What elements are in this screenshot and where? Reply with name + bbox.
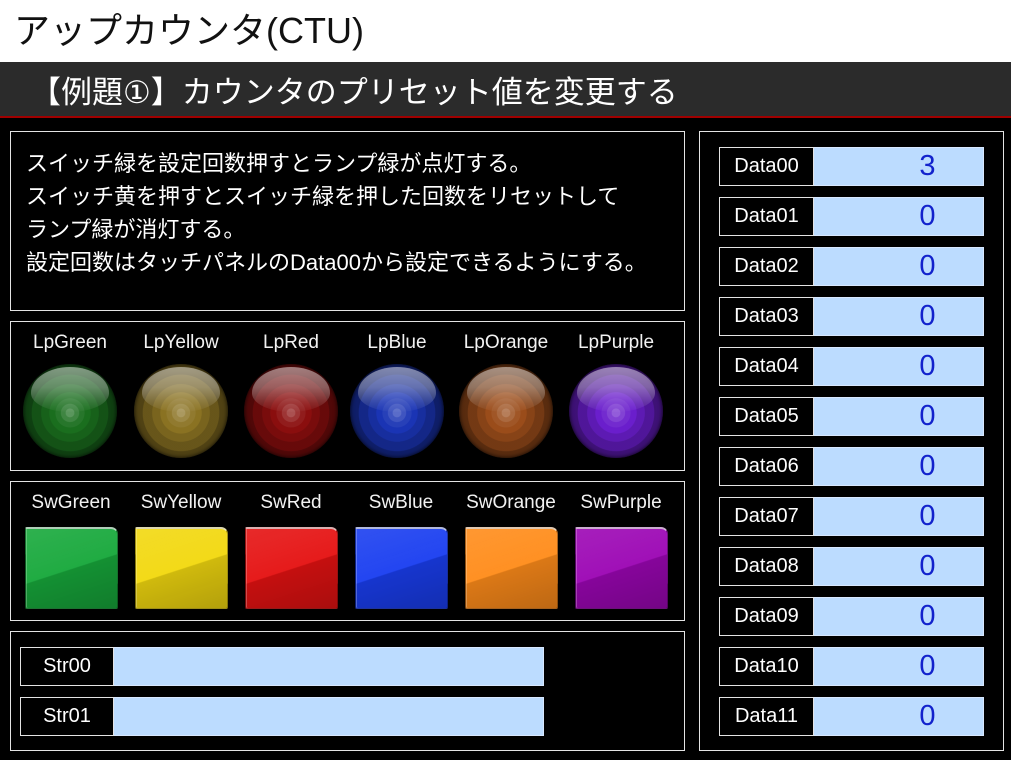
data-row-06: Data06 0 <box>719 447 984 486</box>
page-title: アップカウンタ(CTU) <box>14 10 364 51</box>
data04-label: Data04 <box>719 347 814 386</box>
switch-item-blue: SwBlue <box>346 482 456 620</box>
data05-field[interactable]: 0 <box>814 397 984 436</box>
data-row-07: Data07 0 <box>719 497 984 536</box>
switch-label-yellow: SwYellow <box>140 492 222 513</box>
data10-label: Data10 <box>719 647 814 686</box>
data03-field[interactable]: 0 <box>814 297 984 336</box>
switch-item-purple: SwPurple <box>566 482 676 620</box>
data-row-08: Data08 0 <box>719 547 984 586</box>
data02-label: Data02 <box>719 247 814 286</box>
lamp-label-purple: LpPurple <box>577 332 655 353</box>
switch-orange-button[interactable] <box>465 527 558 609</box>
data06-label: Data06 <box>719 447 814 486</box>
str-row-00: Str00 <box>20 647 544 686</box>
data-row-10: Data10 0 <box>719 647 984 686</box>
lamp-label-yellow: LpYellow <box>143 332 219 353</box>
switch-blue-button[interactable] <box>355 527 448 609</box>
lamp-yellow <box>134 364 228 458</box>
data-row-11: Data11 0 <box>719 697 984 736</box>
data00-label: Data00 <box>719 147 814 186</box>
description-line: ランプ緑が消灯する。 <box>26 217 246 242</box>
data11-field[interactable]: 0 <box>814 697 984 736</box>
data08-field[interactable]: 0 <box>814 547 984 586</box>
str00-label: Str00 <box>20 647 114 686</box>
switch-item-green: SwGreen <box>16 482 126 620</box>
switch-label-purple: SwPurple <box>580 492 662 513</box>
data-row-01: Data01 0 <box>719 197 984 236</box>
description-text: スイッチ緑を設定回数押すとランプ緑が点灯する。 スイッチ黄を押すとスイッチ緑を押… <box>26 147 647 279</box>
data07-field[interactable]: 0 <box>814 497 984 536</box>
lamp-label-red: LpRed <box>263 332 319 353</box>
str01-label: Str01 <box>20 697 114 736</box>
lamp-label-green: LpGreen <box>33 332 107 353</box>
string-panel: Str00 Str01 <box>10 631 685 751</box>
switch-green-button[interactable] <box>25 527 118 609</box>
switch-yellow-button[interactable] <box>135 527 228 609</box>
lamp-item-blue: LpBlue <box>342 322 452 470</box>
switch-red-button[interactable] <box>245 527 338 609</box>
data-row-05: Data05 0 <box>719 397 984 436</box>
switch-item-red: SwRed <box>236 482 346 620</box>
lamp-green <box>23 364 117 458</box>
data02-field[interactable]: 0 <box>814 247 984 286</box>
data01-label: Data01 <box>719 197 814 236</box>
switch-item-orange: SwOrange <box>456 482 566 620</box>
data11-label: Data11 <box>719 697 814 736</box>
data-row-02: Data02 0 <box>719 247 984 286</box>
data05-label: Data05 <box>719 397 814 436</box>
lamp-item-purple: LpPurple <box>561 322 671 470</box>
lamp-panel: LpGreen LpYellow LpRed LpBlue LpOrange L… <box>10 321 685 471</box>
title-bar: アップカウンタ(CTU) <box>0 0 1011 62</box>
description-panel: スイッチ緑を設定回数押すとランプ緑が点灯する。 スイッチ黄を押すとスイッチ緑を押… <box>10 131 685 311</box>
lamp-orange <box>459 364 553 458</box>
data01-field[interactable]: 0 <box>814 197 984 236</box>
data-row-09: Data09 0 <box>719 597 984 636</box>
lamp-item-red: LpRed <box>236 322 346 470</box>
str01-field[interactable] <box>114 697 544 736</box>
lamp-item-yellow: LpYellow <box>126 322 236 470</box>
lamp-red <box>244 364 338 458</box>
lamp-item-orange: LpOrange <box>451 322 561 470</box>
switch-panel: SwGreen SwYellow SwRed SwBlue SwOrange S… <box>10 481 685 621</box>
lamp-purple <box>569 364 663 458</box>
data04-field[interactable]: 0 <box>814 347 984 386</box>
data00-field[interactable]: 3 <box>814 147 984 186</box>
data08-label: Data08 <box>719 547 814 586</box>
data-register-panel: Data00 3 Data01 0 Data02 0 Data03 0 Data… <box>699 131 1004 751</box>
switch-label-green: SwGreen <box>31 492 111 513</box>
lamp-label-orange: LpOrange <box>463 332 549 353</box>
data09-label: Data09 <box>719 597 814 636</box>
description-line: 設定回数はタッチパネルのData00から設定できるようにする。 <box>26 250 647 275</box>
lamp-blue <box>350 364 444 458</box>
data-row-00: Data00 3 <box>719 147 984 186</box>
data06-field[interactable]: 0 <box>814 447 984 486</box>
data07-label: Data07 <box>719 497 814 536</box>
str00-field[interactable] <box>114 647 544 686</box>
switch-label-red: SwRed <box>260 492 322 513</box>
lamp-item-green: LpGreen <box>15 322 125 470</box>
str-row-01: Str01 <box>20 697 544 736</box>
switch-item-yellow: SwYellow <box>126 482 236 620</box>
page-subtitle: 【例題①】カウンタのプリセット値を変更する <box>30 75 678 110</box>
data03-label: Data03 <box>719 297 814 336</box>
data-row-03: Data03 0 <box>719 297 984 336</box>
lamp-label-blue: LpBlue <box>367 332 427 353</box>
description-line: スイッチ黄を押すとスイッチ緑を押した回数をリセットして <box>26 184 620 209</box>
switch-label-blue: SwBlue <box>368 492 434 513</box>
subtitle-bar: 【例題①】カウンタのプリセット値を変更する <box>0 62 1011 118</box>
switch-purple-button[interactable] <box>575 527 668 609</box>
data09-field[interactable]: 0 <box>814 597 984 636</box>
description-line: スイッチ緑を設定回数押すとランプ緑が点灯する。 <box>26 151 532 176</box>
data-row-04: Data04 0 <box>719 347 984 386</box>
switch-label-orange: SwOrange <box>466 492 556 513</box>
data10-field[interactable]: 0 <box>814 647 984 686</box>
